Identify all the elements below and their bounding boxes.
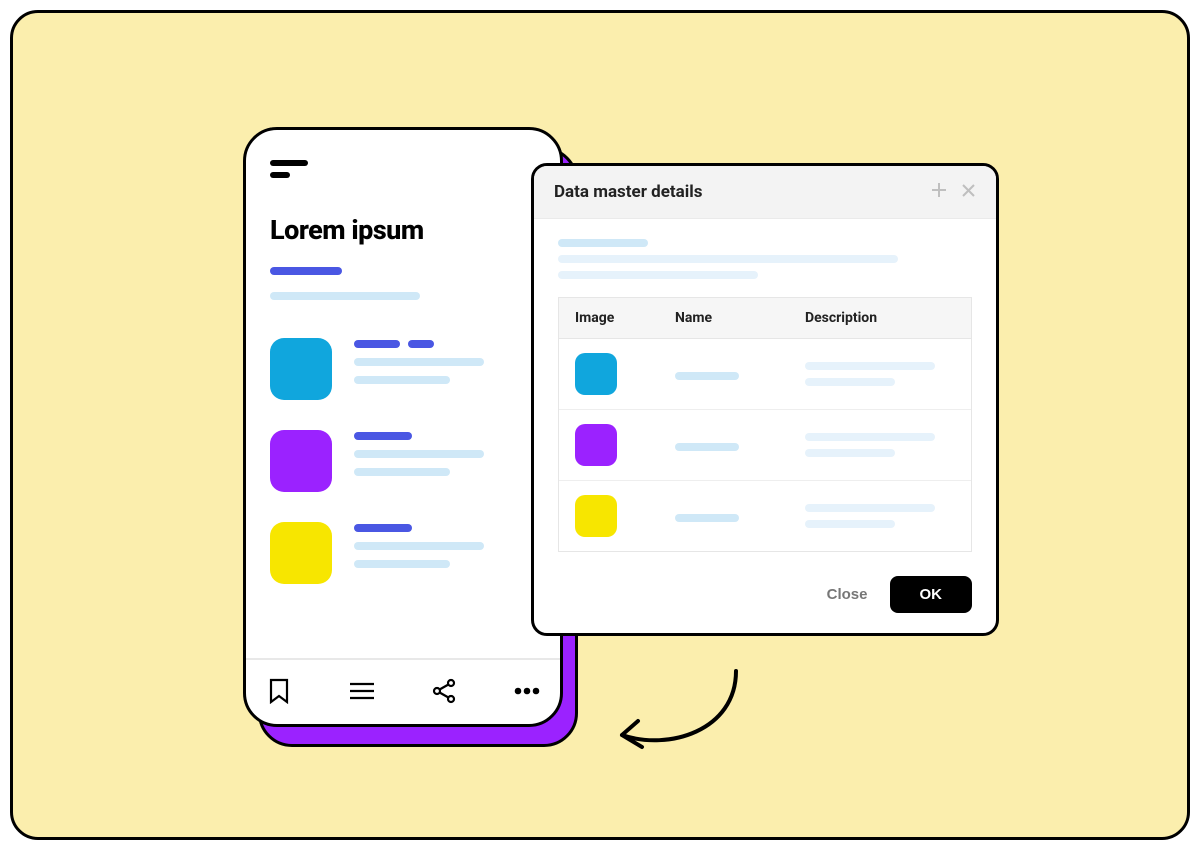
swatch-cyan: [575, 353, 617, 395]
more-dots-icon[interactable]: [512, 676, 542, 706]
close-button[interactable]: Close: [827, 586, 868, 603]
ok-button[interactable]: OK: [890, 576, 973, 613]
list-lines-icon[interactable]: [347, 676, 377, 706]
phone-list: [270, 338, 536, 658]
dialog-skeleton: [558, 255, 972, 263]
swatch-yellow: [270, 522, 332, 584]
bookmark-icon[interactable]: [264, 676, 294, 706]
phone-tabbar: [246, 658, 560, 710]
list-item[interactable]: [270, 522, 536, 584]
close-icon[interactable]: [961, 183, 976, 202]
share-icon[interactable]: [429, 676, 459, 706]
swatch-yellow: [575, 495, 617, 537]
column-header-name: Name: [675, 310, 805, 326]
phone-mock: Lorem ipsum: [243, 127, 563, 727]
swatch-cyan: [270, 338, 332, 400]
table-row[interactable]: [559, 339, 971, 410]
canvas: Lorem ipsum: [10, 10, 1190, 840]
arrow-annotation: [608, 665, 768, 765]
list-item[interactable]: [270, 338, 536, 400]
swatch-purple: [270, 430, 332, 492]
data-table: Image Name Description: [558, 297, 972, 552]
data-master-details-dialog: Data master details Image Name Descripti…: [531, 163, 999, 636]
swatch-purple: [575, 424, 617, 466]
dialog-skeleton: [558, 239, 972, 247]
dialog-skeleton: [558, 271, 972, 279]
list-item[interactable]: [270, 430, 536, 492]
table-row[interactable]: [559, 410, 971, 481]
phone-menu-icon[interactable]: [270, 160, 536, 184]
add-icon[interactable]: [931, 182, 947, 202]
column-header-description: Description: [805, 310, 955, 326]
phone-subtitle-skeleton: [270, 260, 536, 304]
phone-title: Lorem ipsum: [270, 214, 536, 246]
table-row[interactable]: [559, 481, 971, 551]
column-header-image: Image: [575, 310, 675, 326]
dialog-title: Data master details: [554, 182, 931, 202]
